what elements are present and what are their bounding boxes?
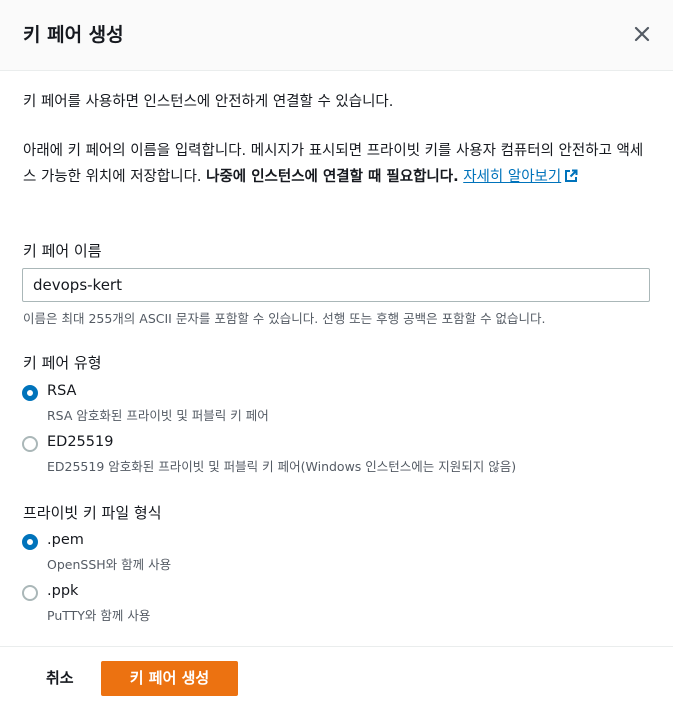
- intro-text: 키 페어를 사용하면 인스턴스에 안전하게 연결할 수 있습니다.: [23, 94, 394, 110]
- radio-label: RSA: [47, 383, 77, 399]
- close-icon: [634, 26, 650, 46]
- radio-ed25519[interactable]: [22, 436, 38, 452]
- external-link-icon: [564, 166, 578, 192]
- learn-more-link[interactable]: 자세히 알아보기: [463, 169, 578, 185]
- radio-label: .ppk: [47, 583, 79, 599]
- description-bold: 나중에 인스턴스에 연결할 때 필요합니다.: [206, 169, 459, 185]
- cancel-button[interactable]: 취소: [46, 667, 74, 688]
- radio-description: RSA 암호화된 프라이빗 및 퍼블릭 키 페어: [47, 408, 269, 423]
- create-key-pair-modal: 키 페어 생성 키 페어를 사용하면 인스턴스에 안전하게 연결할 수 있습니다…: [0, 0, 673, 709]
- key-type-label: 키 페어 유형: [23, 354, 102, 372]
- key-name-label: 키 페어 이름: [23, 242, 102, 260]
- radio-label: .pem: [47, 532, 84, 548]
- create-key-pair-button[interactable]: 키 페어 생성: [101, 661, 238, 696]
- key-name-hint: 이름은 최대 255개의 ASCII 문자를 포함할 수 있습니다. 선행 또는…: [23, 311, 546, 326]
- file-format-label: 프라이빗 키 파일 형식: [23, 504, 162, 522]
- description-text: 아래에 키 페어의 이름을 입력합니다. 메시지가 표시되면 프라이빗 키를 사…: [23, 138, 651, 192]
- radio-label: ED25519: [47, 434, 114, 450]
- radio-description: ED25519 암호화된 프라이빗 및 퍼블릭 키 페어(Windows 인스턴…: [47, 459, 517, 474]
- radio-description: PuTTY와 함께 사용: [47, 608, 151, 623]
- key-name-input[interactable]: [22, 268, 650, 302]
- radio-rsa[interactable]: [22, 385, 38, 401]
- radio-ppk[interactable]: [22, 585, 38, 601]
- modal-title: 키 페어 생성: [23, 24, 124, 46]
- close-button[interactable]: [628, 22, 656, 50]
- radio-description: OpenSSH와 함께 사용: [47, 557, 172, 572]
- modal-header: 키 페어 생성: [0, 0, 673, 71]
- radio-pem[interactable]: [22, 534, 38, 550]
